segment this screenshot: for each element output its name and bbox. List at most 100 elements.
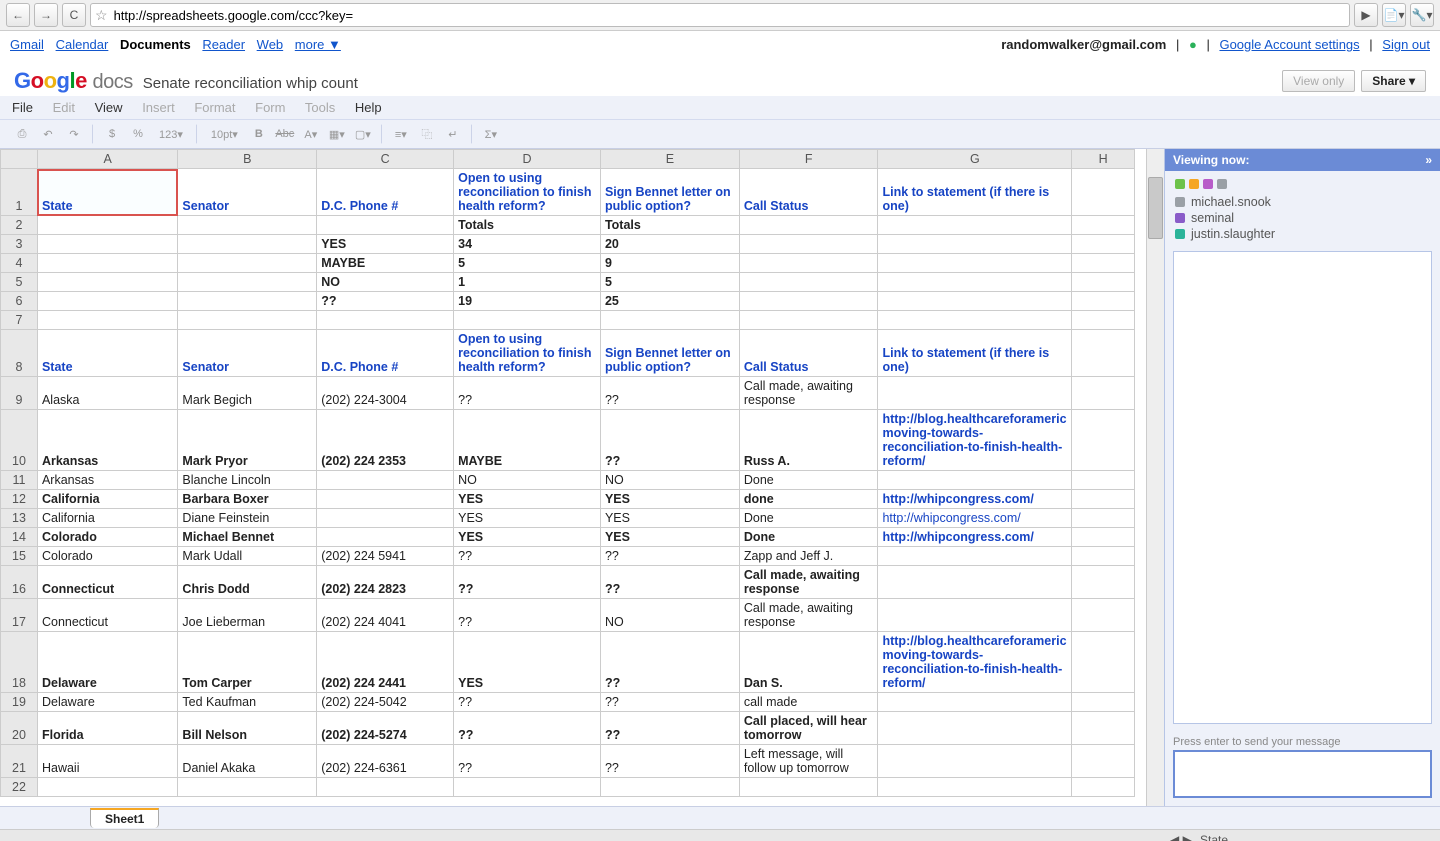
col-header[interactable]: E [600, 150, 739, 169]
cell[interactable]: Left message, will follow up tomorrow [739, 745, 878, 778]
cell[interactable] [454, 778, 601, 797]
cell[interactable] [739, 273, 878, 292]
cell[interactable]: (202) 224-6361 [317, 745, 454, 778]
nav-more[interactable]: more ▼ [295, 37, 341, 52]
cell[interactable] [1072, 490, 1135, 509]
row-header[interactable]: 4 [1, 254, 38, 273]
cell[interactable]: NO [600, 471, 739, 490]
cell[interactable]: Sign Bennet letter on public option? [600, 330, 739, 377]
cell[interactable]: Bill Nelson [178, 712, 317, 745]
cell[interactable]: (202) 224 5941 [317, 547, 454, 566]
share-button[interactable]: Share ▾ [1361, 70, 1426, 92]
cell[interactable]: YES [317, 235, 454, 254]
cell[interactable]: ?? [454, 693, 601, 712]
cell[interactable] [878, 292, 1072, 311]
cell[interactable]: Joe Lieberman [178, 599, 317, 632]
cell[interactable]: (202) 224-5042 [317, 693, 454, 712]
cell[interactable] [1072, 745, 1135, 778]
cell[interactable]: Daniel Akaka [178, 745, 317, 778]
cell[interactable]: NO [600, 599, 739, 632]
cell[interactable] [878, 311, 1072, 330]
cell[interactable]: 9 [600, 254, 739, 273]
cell[interactable]: D.C. Phone # [317, 330, 454, 377]
scrollbar-thumb[interactable] [1148, 177, 1163, 239]
cell[interactable]: Florida [37, 712, 177, 745]
url-bar[interactable]: ☆ [90, 3, 1350, 27]
cell[interactable]: Mark Begich [178, 377, 317, 410]
row-header[interactable]: 3 [1, 235, 38, 254]
vertical-scrollbar[interactable] [1146, 149, 1164, 806]
cell[interactable]: Call Status [739, 330, 878, 377]
cell[interactable] [1072, 528, 1135, 547]
cell[interactable]: Tom Carper [178, 632, 317, 693]
row-header[interactable]: 12 [1, 490, 38, 509]
cell[interactable] [1072, 778, 1135, 797]
cell[interactable]: Chris Dodd [178, 566, 317, 599]
cell[interactable]: Done [739, 471, 878, 490]
cell[interactable]: Sign Bennet letter on public option? [600, 169, 739, 216]
cell[interactable]: 34 [454, 235, 601, 254]
row-header[interactable]: 6 [1, 292, 38, 311]
cell[interactable] [878, 235, 1072, 254]
cell[interactable] [1072, 169, 1135, 216]
col-header[interactable]: G [878, 150, 1072, 169]
row-header[interactable]: 17 [1, 599, 38, 632]
cell[interactable]: ?? [600, 547, 739, 566]
row-header[interactable]: 16 [1, 566, 38, 599]
cell[interactable] [317, 778, 454, 797]
cell[interactable]: Done [739, 528, 878, 547]
sheet-tab[interactable]: Sheet1 [90, 808, 159, 828]
cell[interactable] [1072, 235, 1135, 254]
cell[interactable] [178, 235, 317, 254]
account-settings-link[interactable]: Google Account settings [1219, 37, 1359, 52]
cell[interactable] [37, 778, 177, 797]
cell[interactable]: ?? [600, 377, 739, 410]
cell[interactable]: Michael Bennet [178, 528, 317, 547]
cell[interactable] [739, 254, 878, 273]
cell[interactable] [1072, 632, 1135, 693]
cell[interactable] [878, 745, 1072, 778]
cell[interactable]: Done [739, 509, 878, 528]
cell[interactable]: ?? [600, 712, 739, 745]
cell[interactable]: Mark Udall [178, 547, 317, 566]
signout-link[interactable]: Sign out [1382, 37, 1430, 52]
cell[interactable] [878, 216, 1072, 235]
sidebar-toggle-icon[interactable]: » [1425, 153, 1432, 167]
cell[interactable]: ?? [317, 292, 454, 311]
cell[interactable] [317, 471, 454, 490]
cell[interactable]: (202) 224 2441 [317, 632, 454, 693]
url-input[interactable] [112, 7, 1345, 24]
col-header[interactable]: B [178, 150, 317, 169]
cell[interactable]: (202) 224-5274 [317, 712, 454, 745]
row-header[interactable]: 5 [1, 273, 38, 292]
cell[interactable] [878, 778, 1072, 797]
cell[interactable]: NO [317, 273, 454, 292]
cell[interactable]: http://whipcongress.com/ [878, 490, 1072, 509]
cell[interactable]: 5 [600, 273, 739, 292]
cell[interactable]: State [37, 169, 177, 216]
cell[interactable]: Colorado [37, 547, 177, 566]
cell[interactable]: Totals [600, 216, 739, 235]
cell[interactable]: Connecticut [37, 599, 177, 632]
cell[interactable]: Open to using reconciliation to finish h… [454, 330, 601, 377]
cell[interactable]: YES [600, 490, 739, 509]
nav-gmail[interactable]: Gmail [10, 37, 44, 52]
cell[interactable]: Call made, awaiting response [739, 599, 878, 632]
cell[interactable]: Zapp and Jeff J. [739, 547, 878, 566]
col-header[interactable]: H [1072, 150, 1135, 169]
nav-web[interactable]: Web [257, 37, 284, 52]
cell[interactable] [1072, 377, 1135, 410]
cell[interactable] [178, 254, 317, 273]
cell[interactable]: Call made, awaiting response [739, 566, 878, 599]
row-header[interactable]: 10 [1, 410, 38, 471]
cell[interactable]: YES [454, 528, 601, 547]
cell[interactable] [1072, 410, 1135, 471]
cell[interactable]: Ted Kaufman [178, 693, 317, 712]
cell[interactable] [739, 778, 878, 797]
row-header[interactable]: 22 [1, 778, 38, 797]
cell[interactable] [878, 254, 1072, 273]
row-header[interactable]: 11 [1, 471, 38, 490]
cell[interactable]: ?? [454, 377, 601, 410]
cell[interactable] [878, 712, 1072, 745]
cell[interactable]: NO [454, 471, 601, 490]
